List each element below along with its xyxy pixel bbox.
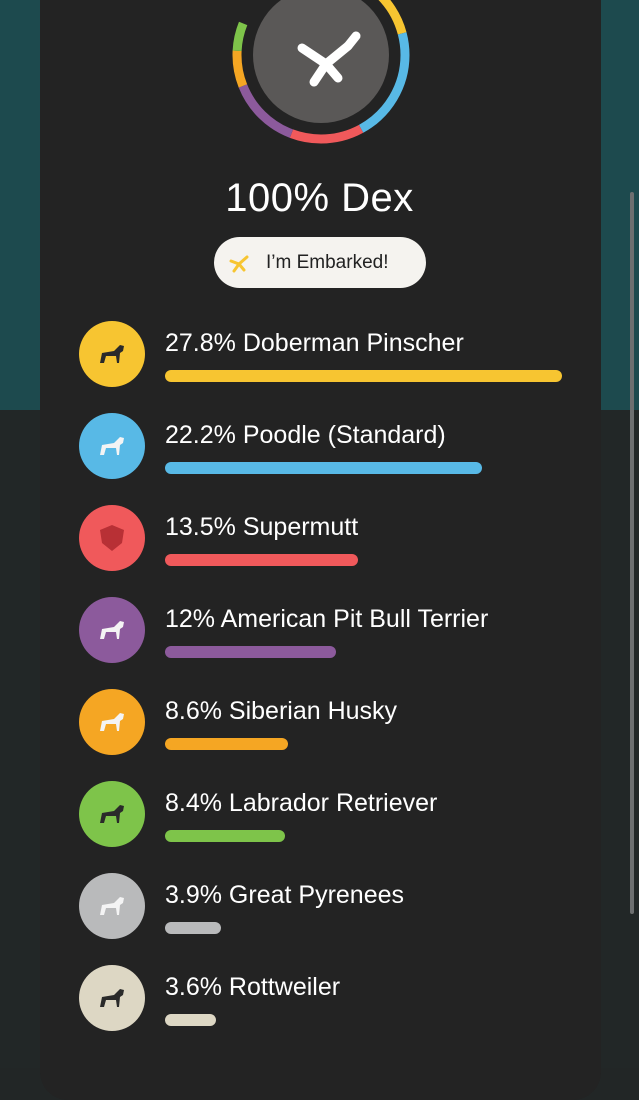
breed-label: 12% American Pit Bull Terrier bbox=[165, 605, 489, 633]
breed-row[interactable]: 3.9% Great Pyrenees bbox=[79, 873, 579, 943]
breed-row[interactable]: 22.2% Poodle (Standard) bbox=[79, 413, 579, 483]
poodle-icon bbox=[100, 437, 124, 455]
breed-avatar bbox=[79, 413, 145, 479]
breed-percentage-bar bbox=[165, 646, 337, 658]
supermutt-shield-icon bbox=[100, 525, 124, 551]
breed-label: 27.8% Doberman Pinscher bbox=[165, 329, 464, 357]
dog-name-title: 100% Dex bbox=[225, 176, 414, 220]
embarked-badge-button[interactable]: I’m Embarked! bbox=[214, 237, 426, 288]
pit-bull-terrier-icon bbox=[100, 621, 124, 639]
rottweiler-icon bbox=[100, 989, 124, 1007]
great-pyrenees-icon bbox=[100, 897, 124, 915]
breed-avatar bbox=[79, 597, 145, 663]
breed-percentage-bar bbox=[165, 554, 358, 566]
labrador-retriever-icon bbox=[100, 805, 124, 823]
breed-percentage-bar bbox=[165, 1014, 217, 1026]
ancestry-ring bbox=[232, 0, 410, 144]
breed-label: 3.9% Great Pyrenees bbox=[165, 881, 405, 909]
breed-percentage-bar bbox=[165, 738, 288, 750]
breed-row[interactable]: 8.4% Labrador Retriever bbox=[79, 781, 579, 851]
breed-label: 3.6% Rottweiler bbox=[165, 973, 341, 1001]
breed-percentage-bar bbox=[165, 830, 285, 842]
siberian-husky-icon bbox=[100, 713, 124, 731]
breed-avatar bbox=[79, 505, 145, 571]
breed-row[interactable]: 3.6% Rottweiler bbox=[79, 965, 579, 1035]
breed-label: 13.5% Supermutt bbox=[165, 513, 359, 541]
breed-avatar bbox=[79, 781, 145, 847]
breed-label: 8.4% Labrador Retriever bbox=[165, 789, 438, 817]
breed-percentage-bar bbox=[165, 462, 483, 474]
doberman-pinscher-icon bbox=[100, 345, 124, 363]
breed-label: 8.6% Siberian Husky bbox=[165, 697, 398, 725]
breed-avatar bbox=[79, 689, 145, 755]
breed-label: 22.2% Poodle (Standard) bbox=[165, 421, 446, 449]
breed-row[interactable]: 8.6% Siberian Husky bbox=[79, 689, 579, 759]
breed-percentage-bar bbox=[165, 370, 562, 382]
embark-star-icon bbox=[229, 255, 249, 272]
breed-row[interactable]: 13.5% Supermutt bbox=[79, 505, 579, 575]
breed-percentage-bar bbox=[165, 922, 221, 934]
breed-avatar bbox=[79, 873, 145, 939]
breed-avatar bbox=[79, 321, 145, 387]
breed-row[interactable]: 27.8% Doberman Pinscher bbox=[79, 321, 579, 391]
breed-row[interactable]: 12% American Pit Bull Terrier bbox=[79, 597, 579, 667]
breed-avatar bbox=[79, 965, 145, 1031]
embarked-badge-label: I’m Embarked! bbox=[266, 251, 389, 273]
scrollbar[interactable] bbox=[630, 192, 634, 914]
